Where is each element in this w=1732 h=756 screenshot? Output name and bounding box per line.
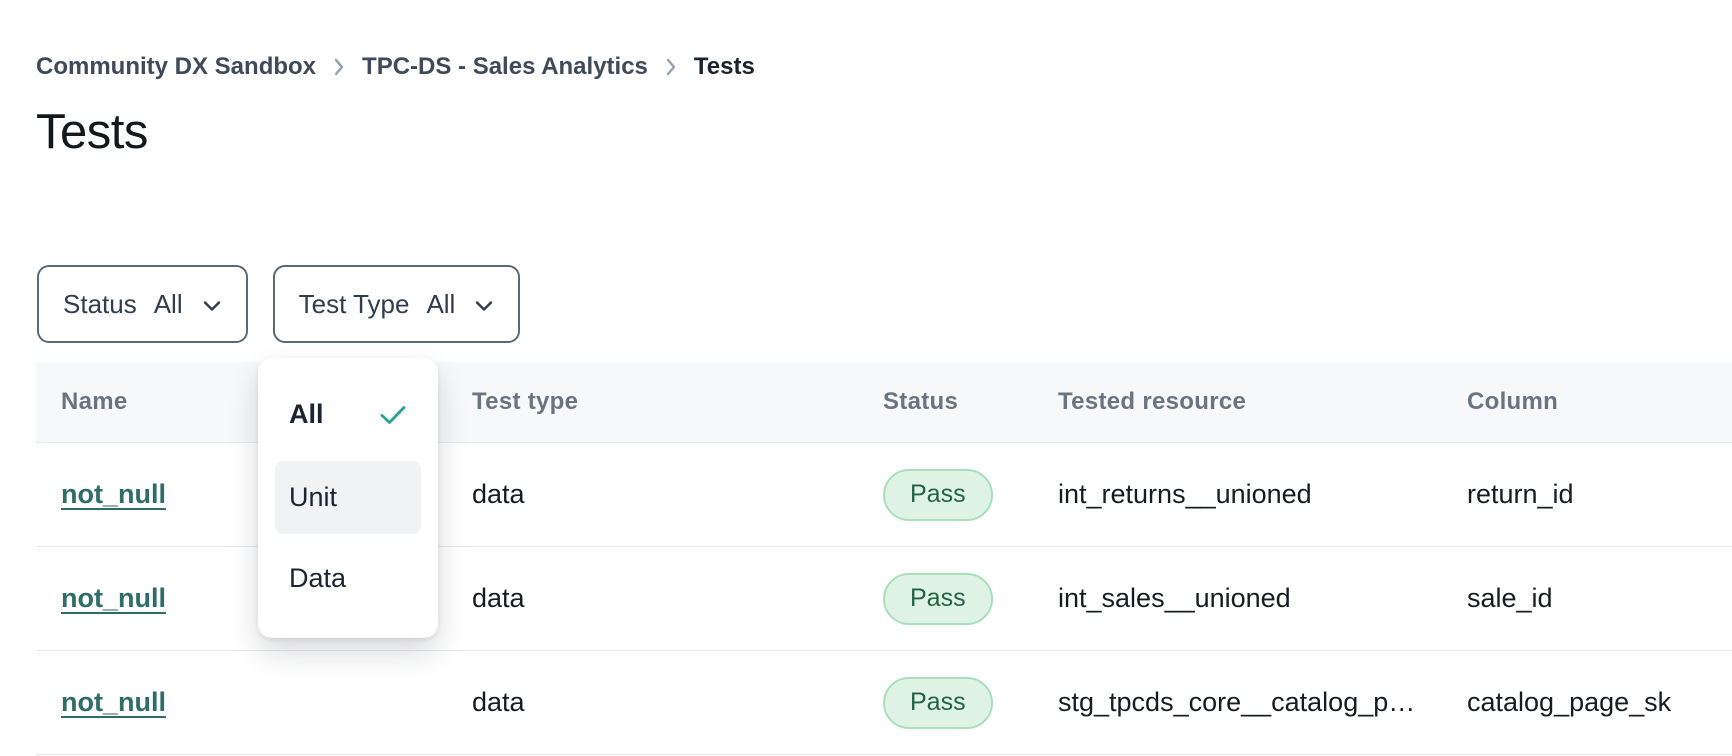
check-icon: [379, 404, 407, 426]
tested-resource-cell: int_sales__unioned: [1058, 583, 1467, 614]
chevron-down-icon: [202, 300, 222, 312]
name-cell: not_null: [61, 687, 472, 718]
dropdown-option-data-label: Data: [289, 563, 346, 594]
status-badge-pass: Pass: [883, 573, 993, 625]
column-header-test-type: Test type: [472, 388, 883, 416]
chevron-down-icon: [474, 300, 494, 312]
dropdown-option-unit-label: Unit: [289, 482, 337, 513]
column-header-tested-resource: Tested resource: [1058, 388, 1467, 416]
status-badge-pass: Pass: [883, 469, 993, 521]
test-type-cell: data: [472, 479, 883, 510]
column-cell: return_id: [1467, 479, 1732, 510]
status-filter-label: Status: [63, 289, 137, 320]
column-cell: catalog_page_sk: [1467, 687, 1732, 718]
column-cell: sale_id: [1467, 583, 1732, 614]
status-cell: Pass: [883, 573, 1058, 625]
chevron-right-icon: [333, 57, 345, 77]
dropdown-option-all-label: All: [289, 399, 324, 430]
column-header-status: Status: [883, 388, 1058, 416]
breadcrumb: Community DX Sandbox TPC-DS - Sales Anal…: [36, 50, 755, 84]
test-type-cell: data: [472, 583, 883, 614]
test-type-cell: data: [472, 687, 883, 718]
column-header-column: Column: [1467, 388, 1732, 416]
test-name-link[interactable]: not_null: [61, 583, 166, 614]
breadcrumb-item-package[interactable]: TPC-DS - Sales Analytics: [362, 50, 648, 84]
page-title: Tests: [36, 100, 148, 164]
breadcrumb-item-project[interactable]: Community DX Sandbox: [36, 50, 316, 84]
test-type-filter-value: All: [426, 289, 455, 320]
test-type-filter-button[interactable]: Test Type All: [273, 265, 521, 343]
test-name-link[interactable]: not_null: [61, 687, 166, 718]
filter-bar: Status All Test Type All: [37, 265, 520, 343]
tested-resource-cell: stg_tpcds_core__catalog_p…: [1058, 687, 1467, 718]
dropdown-option-unit[interactable]: Unit: [275, 461, 421, 534]
test-type-dropdown-menu: All Unit Data: [258, 358, 438, 638]
status-filter-value: All: [154, 289, 183, 320]
chevron-right-icon: [665, 57, 677, 77]
dropdown-option-data[interactable]: Data: [275, 542, 421, 615]
status-cell: Pass: [883, 677, 1058, 729]
test-name-link[interactable]: not_null: [61, 479, 166, 510]
status-filter-button[interactable]: Status All: [37, 265, 248, 343]
breadcrumb-item-current: Tests: [694, 50, 755, 84]
tested-resource-cell: int_returns__unioned: [1058, 479, 1467, 510]
status-badge-pass: Pass: [883, 677, 993, 729]
dropdown-option-all[interactable]: All: [275, 378, 421, 451]
table-row: not_null data Pass stg_tpcds_core__catal…: [36, 651, 1732, 755]
status-cell: Pass: [883, 469, 1058, 521]
test-type-filter-label: Test Type: [299, 289, 410, 320]
